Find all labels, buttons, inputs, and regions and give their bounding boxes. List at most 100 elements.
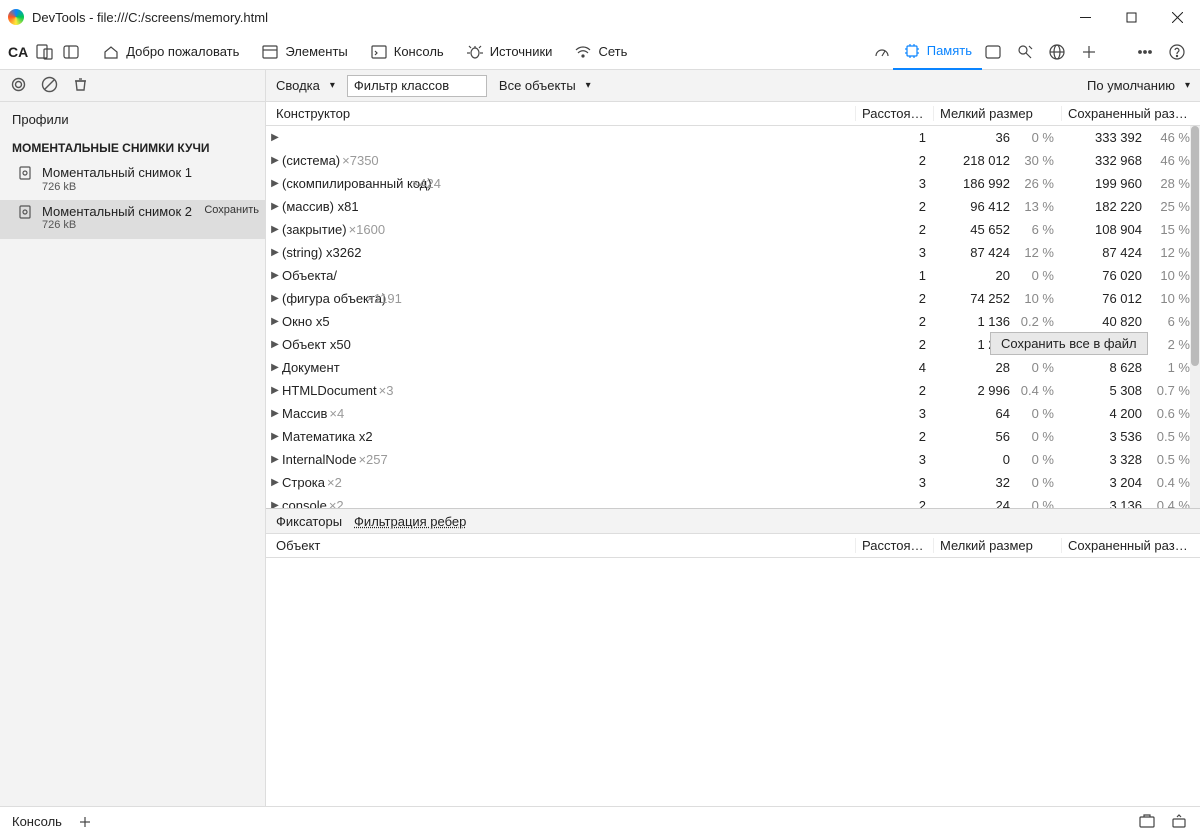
ret-col-shallow[interactable]: Мелкий размер bbox=[934, 538, 1062, 553]
expand-icon[interactable]: ▶ bbox=[270, 477, 280, 488]
table-row[interactable]: ▶(фигура объекта) ×1191274 25210 %76 012… bbox=[266, 287, 1200, 310]
objects-filter-dropdown[interactable]: Все объекты bbox=[499, 78, 591, 93]
table-row[interactable]: ▶HTMLDocument ×322 9960.4 %5 3080.7 % bbox=[266, 379, 1200, 402]
window-maximize-button[interactable] bbox=[1108, 0, 1154, 34]
constructors-table-body[interactable]: ▶1360 %333 39246 %▶(система) ×73502218 0… bbox=[266, 126, 1200, 508]
summary-toolbar: Сводка Фильтр классов Все объекты По умо… bbox=[266, 70, 1200, 102]
snapshot-save-link[interactable]: Сохранить bbox=[204, 204, 259, 216]
tab-sources[interactable]: Источники bbox=[456, 34, 563, 70]
window-title: DevTools - file:///C:/screens/memory.htm… bbox=[32, 10, 1062, 25]
window-titlebar: DevTools - file:///C:/screens/memory.htm… bbox=[0, 0, 1200, 34]
expand-icon[interactable]: ▶ bbox=[270, 454, 280, 465]
heap-snapshots-section-label: МОМЕНТАЛЬНЫЕ СНИМКИ КУЧИ bbox=[0, 135, 265, 161]
profiles-label: Профили bbox=[0, 102, 265, 135]
expand-icon[interactable]: ▶ bbox=[270, 362, 280, 373]
drawer-add-icon[interactable] bbox=[76, 813, 94, 831]
class-filter-input[interactable]: Фильтр классов bbox=[347, 75, 487, 97]
col-distance[interactable]: Расстояние bbox=[856, 106, 934, 121]
table-row[interactable]: ▶(система) ×73502218 01230 %332 96846 % bbox=[266, 149, 1200, 172]
expand-icon[interactable]: ▶ bbox=[270, 408, 280, 419]
constructors-table-header: Конструктор Расстояние Мелкий размер Сох… bbox=[266, 102, 1200, 126]
clear-button[interactable] bbox=[41, 76, 58, 96]
expand-icon[interactable]: ▶ bbox=[270, 500, 280, 508]
profiles-sidebar: Профили МОМЕНТАЛЬНЫЕ СНИМКИ КУЧИ Момента… bbox=[0, 70, 266, 806]
expand-icon[interactable]: ▶ bbox=[270, 155, 280, 166]
table-row[interactable]: ▶Окно x521 1360.2 %40 8206 % bbox=[266, 310, 1200, 333]
expand-icon[interactable]: ▶ bbox=[270, 385, 280, 396]
table-row[interactable]: ▶InternalNode ×257300 %3 3280.5 % bbox=[266, 448, 1200, 471]
edge-filter-input[interactable]: Фильтрация ребер bbox=[354, 514, 466, 529]
table-row[interactable]: ▶Документ4280 %8 6281 % bbox=[266, 356, 1200, 379]
device-toggle-icon[interactable] bbox=[36, 43, 54, 61]
bug-icon bbox=[466, 43, 484, 61]
expand-icon[interactable]: ▶ bbox=[270, 431, 280, 442]
table-row[interactable]: ▶Математика x22560 %3 5360.5 % bbox=[266, 425, 1200, 448]
col-constructor[interactable]: Конструктор bbox=[270, 106, 856, 121]
panel-toggle-icon[interactable] bbox=[62, 43, 80, 61]
tab-network[interactable]: Сеть bbox=[564, 34, 637, 70]
expand-icon[interactable]: ▶ bbox=[270, 201, 280, 212]
drawer-bar: Консоль bbox=[0, 806, 1200, 836]
css-overview-icon[interactable] bbox=[1016, 43, 1034, 61]
ret-col-object[interactable]: Объект bbox=[270, 538, 856, 553]
tab-memory[interactable]: Память bbox=[893, 34, 982, 70]
table-row[interactable]: ▶(скомпилированный код)×4243186 99226 %1… bbox=[266, 172, 1200, 195]
more-menu-icon[interactable] bbox=[1136, 43, 1154, 61]
retainers-table-body bbox=[266, 558, 1200, 768]
network-conditions-icon[interactable] bbox=[1048, 43, 1066, 61]
expand-icon[interactable]: ▶ bbox=[270, 270, 280, 281]
memory-icon bbox=[903, 42, 921, 60]
table-row[interactable]: ▶Объекта/1200 %76 02010 % bbox=[266, 264, 1200, 287]
retainers-table-header: Объект Расстояние Мелкий размер Сохранен… bbox=[266, 534, 1200, 558]
expand-icon[interactable]: ▶ bbox=[270, 316, 280, 327]
view-mode-dropdown[interactable]: Сводка bbox=[276, 78, 335, 93]
sidebar-toolbar bbox=[0, 70, 265, 102]
add-tab-icon[interactable] bbox=[1080, 43, 1098, 61]
record-button[interactable] bbox=[10, 76, 27, 96]
table-row[interactable]: ▶Строка ×23320 %3 2040.4 % bbox=[266, 471, 1200, 494]
window-close-button[interactable] bbox=[1154, 0, 1200, 34]
table-row[interactable]: ▶console ×22240 %3 1360.4 % bbox=[266, 494, 1200, 508]
drawer-console-tab[interactable]: Консоль bbox=[12, 814, 62, 829]
ret-col-distance[interactable]: Расстояние bbox=[856, 538, 934, 553]
col-shallow-size[interactable]: Мелкий размер bbox=[934, 106, 1062, 121]
expand-icon[interactable]: ▶ bbox=[270, 224, 280, 235]
table-row[interactable]: ▶Массив ×43640 %4 2000.6 % bbox=[266, 402, 1200, 425]
expand-drawer-icon[interactable] bbox=[1170, 813, 1188, 831]
snapshot-item-2[interactable]: Моментальный снимок 2726 kB Сохранить bbox=[0, 200, 265, 239]
ret-col-retained[interactable]: Сохраненный размер bbox=[1062, 538, 1200, 553]
tab-console[interactable]: Консоль bbox=[360, 34, 454, 70]
performance-icon[interactable] bbox=[873, 43, 891, 61]
snapshot-item-1[interactable]: Моментальный снимок 1726 kB bbox=[0, 161, 265, 200]
help-icon[interactable] bbox=[1168, 43, 1186, 61]
retainers-header: Фиксаторы Фильтрация ребер bbox=[266, 508, 1200, 534]
expand-icon[interactable]: ▶ bbox=[270, 178, 280, 189]
tab-elements[interactable]: Элементы bbox=[251, 34, 357, 70]
col-retained-size[interactable]: Сохраненный размер bbox=[1062, 106, 1200, 121]
elements-icon bbox=[261, 43, 279, 61]
table-row[interactable]: ▶(массив) x81296 41213 %182 22025 % bbox=[266, 195, 1200, 218]
delete-button[interactable] bbox=[72, 76, 89, 96]
table-row[interactable]: ▶1360 %333 39246 % bbox=[266, 126, 1200, 149]
memory-main-panel: Сводка Фильтр классов Все объекты По умо… bbox=[266, 70, 1200, 806]
snapshot-icon bbox=[18, 165, 34, 184]
inspect-button[interactable]: CA bbox=[8, 44, 28, 60]
expand-icon[interactable]: ▶ bbox=[270, 339, 280, 350]
expand-icon[interactable]: ▶ bbox=[270, 247, 280, 258]
table-row[interactable]: ▶(закрытие) ×1600245 6526 %108 90415 % bbox=[266, 218, 1200, 241]
table-row[interactable]: ▶(string) x3262387 42412 %87 42412 % bbox=[266, 241, 1200, 264]
main-tabstrip: CA Добро пожаловать Элементы Консоль Ист… bbox=[0, 34, 1200, 70]
expand-icon[interactable]: ▶ bbox=[270, 132, 280, 143]
tab-welcome[interactable]: Добро пожаловать bbox=[92, 34, 249, 70]
devtools-favicon bbox=[8, 9, 24, 25]
expand-icon[interactable]: ▶ bbox=[270, 293, 280, 304]
home-icon bbox=[102, 43, 120, 61]
window-minimize-button[interactable] bbox=[1062, 0, 1108, 34]
save-all-tooltip: Сохранить все в файл bbox=[990, 332, 1148, 355]
snapshot-icon bbox=[18, 204, 34, 223]
retainers-label: Фиксаторы bbox=[276, 514, 342, 529]
vertical-scrollbar[interactable] bbox=[1190, 126, 1200, 508]
issues-icon[interactable] bbox=[1138, 813, 1156, 831]
application-icon[interactable] bbox=[984, 43, 1002, 61]
sort-dropdown[interactable]: По умолчанию bbox=[1087, 78, 1190, 93]
